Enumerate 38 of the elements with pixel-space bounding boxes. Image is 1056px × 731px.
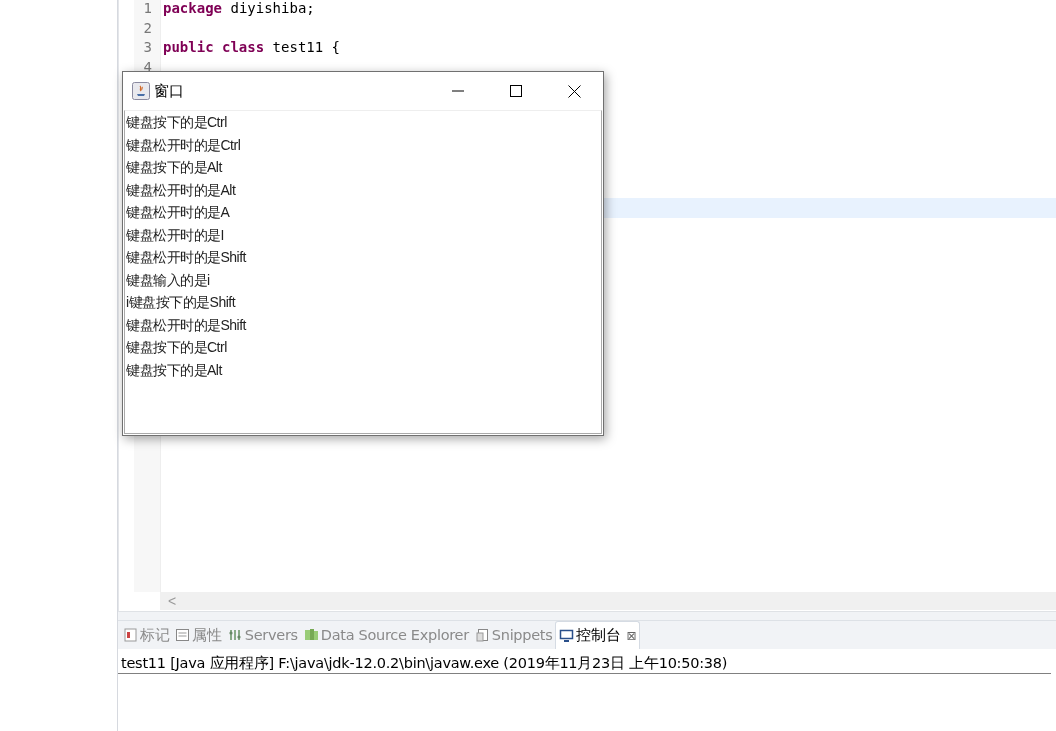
close-icon[interactable]: ⊠ — [626, 628, 637, 643]
line-number: 4 — [142, 58, 153, 77]
window-title: 窗口 — [154, 81, 185, 101]
panel-tab[interactable]: 属性 — [172, 621, 225, 649]
output-line: 键盘按下的是Alt — [126, 360, 222, 380]
output-line: 键盘松开时的是Shift — [126, 315, 246, 335]
console-header: test11 [Java 应用程序] F:\java\jdk-12.0.2\bin\javaw.exe (2019年11月23日 上午10:50:38) — [118, 649, 1051, 674]
output-line: 键盘按下的是Ctrl — [126, 113, 227, 132]
minimize-icon — [452, 90, 464, 92]
horizontal-scrollbar[interactable]: < — [160, 592, 1056, 610]
maximize-icon — [510, 85, 522, 97]
panel-tab[interactable]: 控制台 ⊠ — [555, 621, 641, 649]
output-line: 键盘松开时的是Ctrl — [126, 135, 241, 155]
panel-tab[interactable]: 标记 — [120, 621, 173, 649]
output-line: i键盘按下的是Shift — [126, 293, 236, 312]
line-number: 2 — [142, 19, 153, 38]
snippets-icon — [474, 627, 490, 643]
panel-tab[interactable]: Servers — [224, 621, 301, 649]
console-icon — [559, 627, 575, 644]
output-line: 键盘按下的是Ctrl — [126, 338, 227, 357]
marker-icon — [123, 627, 138, 643]
properties-icon — [175, 627, 191, 643]
line-number: 1 — [142, 0, 153, 18]
output-line: 键盘按下的是Alt — [126, 158, 222, 177]
code-line: package diyishiba; — [162, 0, 316, 18]
panel-tab[interactable]: Snippets — [471, 621, 556, 649]
code-line: public class test11 { — [162, 39, 342, 57]
output-line: 键盘输入的是i — [126, 270, 210, 290]
line-number: 3 — [142, 39, 153, 57]
java-app-icon — [132, 82, 150, 100]
output-line: 键盘松开时的是Alt — [126, 180, 236, 200]
scroll-left-arrow[interactable]: < — [166, 593, 179, 609]
panel-tab[interactable]: Data Source Explorer — [300, 621, 472, 649]
output-line: 键盘松开时的是I — [126, 225, 224, 245]
output-line: 键盘松开时的是A — [126, 203, 230, 222]
close-icon — [567, 84, 581, 98]
output-line: 键盘松开时的是Shift — [126, 248, 246, 267]
output-area[interactable]: 键盘按下的是Ctrl 键盘松开时的是Ctrl 键盘按下的是Alt 键盘松开时的是Alt 键盘松开时的是A 键盘松开时的是I 键盘松开时的是Shift 键盘输入的是i i键盘按下的是Shift 键盘松开时的是Shift 键盘按下的是Ctrl 键盘按下的是Alt — [124, 110, 602, 434]
